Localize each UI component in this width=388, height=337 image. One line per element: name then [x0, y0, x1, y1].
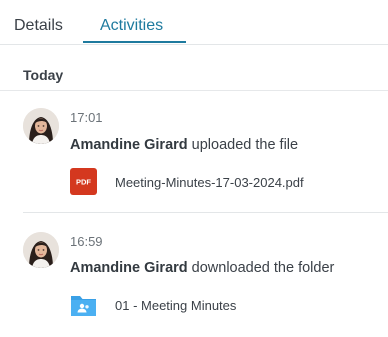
folder-link[interactable]: 01 - Meeting Minutes — [115, 298, 236, 313]
active-tab-indicator — [83, 41, 186, 43]
activity-description: Amandine Girard uploaded the file — [70, 137, 298, 153]
activity-time: 16:59 — [70, 234, 103, 249]
file-link[interactable]: Meeting-Minutes-17-03-2024.pdf — [115, 175, 304, 190]
section-divider — [0, 90, 388, 91]
section-title-today: Today — [23, 67, 64, 83]
pdf-icon-text: PDF — [76, 178, 91, 187]
activity-divider — [23, 212, 388, 213]
activity-action: downloaded the folder — [187, 260, 335, 276]
avatar[interactable] — [23, 232, 59, 268]
tab-bar: Details Activities — [0, 0, 388, 45]
activity-time: 17:01 — [70, 110, 103, 125]
tab-activities[interactable]: Activities — [100, 17, 163, 35]
activity-action: uploaded the file — [187, 137, 299, 153]
activity-actor[interactable]: Amandine Girard — [70, 137, 188, 153]
pdf-file-icon[interactable]: PDF — [70, 168, 97, 195]
tab-details[interactable]: Details — [14, 17, 63, 35]
avatar[interactable] — [23, 108, 59, 144]
shared-folder-icon[interactable] — [70, 292, 97, 319]
activity-description: Amandine Girard downloaded the folder — [70, 260, 334, 276]
activity-actor[interactable]: Amandine Girard — [70, 260, 188, 276]
